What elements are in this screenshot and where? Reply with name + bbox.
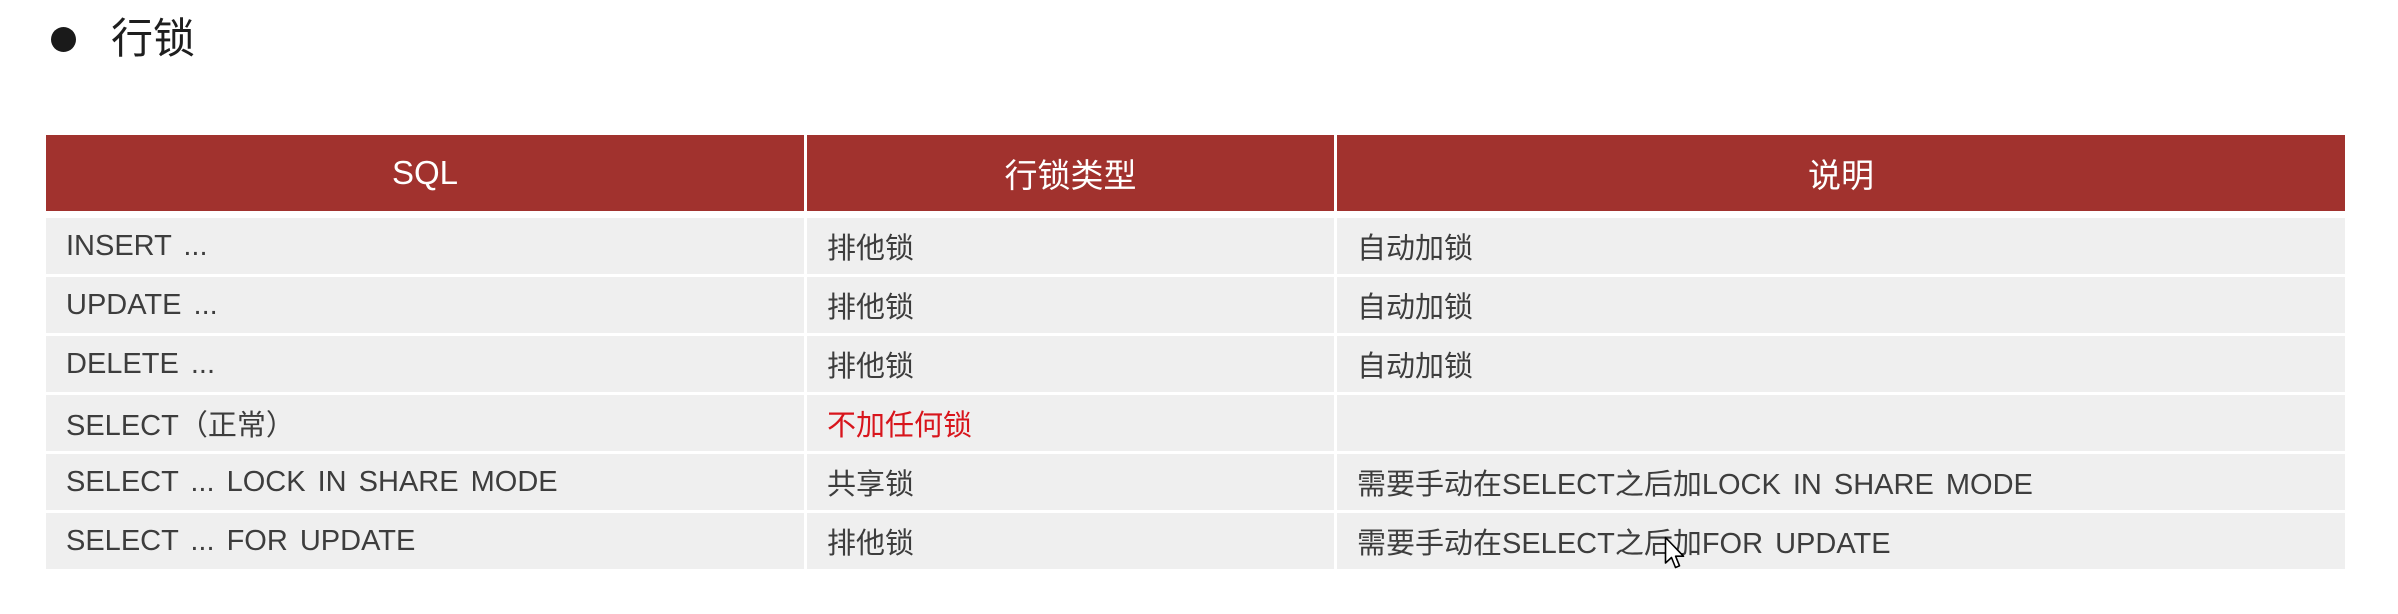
table-cell-note (1337, 395, 2345, 451)
table-cell-note: 自动加锁 (1337, 277, 2345, 333)
section-heading: 行锁 (51, 14, 195, 64)
table-cell-lock-type: 共享锁 (807, 454, 1334, 510)
bullet-icon (51, 26, 76, 52)
row-lock-table: SQL 行锁类型 说明 INSERT ... 排他锁 自动加锁 UPDATE .… (46, 135, 2345, 572)
table-cell-lock-type: 排他锁 (807, 218, 1334, 274)
table-header-sql: SQL (46, 135, 804, 211)
table-row: DELETE ... 排他锁 自动加锁 (46, 336, 2345, 392)
table-header-row: SQL 行锁类型 说明 (46, 135, 2345, 211)
table-cell-lock-type: 排他锁 (807, 336, 1334, 392)
table-cell-sql: DELETE ... (46, 336, 804, 392)
table-cell-sql: UPDATE ... (46, 277, 804, 333)
table-cell-sql: SELECT ... LOCK IN SHARE MODE (46, 454, 804, 510)
section-title: 行锁 (111, 15, 196, 62)
table-row: SELECT（正常） 不加任何锁 (46, 395, 2345, 451)
table-header-note: 说明 (1337, 135, 2345, 211)
table-header-lock-type: 行锁类型 (807, 135, 1334, 211)
table-cell-lock-type: 不加任何锁 (807, 395, 1334, 451)
table-cell-note: 需要手动在SELECT之后加FOR UPDATE (1337, 513, 2345, 569)
table-cell-sql: SELECT（正常） (46, 395, 804, 451)
table-cell-lock-type: 排他锁 (807, 513, 1334, 569)
table-cell-note: 需要手动在SELECT之后加LOCK IN SHARE MODE (1337, 454, 2345, 510)
table-cell-sql: INSERT ... (46, 218, 804, 274)
table-cell-note: 自动加锁 (1337, 336, 2345, 392)
table-row: SELECT ... LOCK IN SHARE MODE 共享锁 需要手动在S… (46, 454, 2345, 510)
table-cell-note: 自动加锁 (1337, 218, 2345, 274)
table-row: UPDATE ... 排他锁 自动加锁 (46, 277, 2345, 333)
table-cell-lock-type: 排他锁 (807, 277, 1334, 333)
mouse-cursor-icon (1664, 536, 1685, 569)
table-row: INSERT ... 排他锁 自动加锁 (46, 218, 2345, 274)
table-cell-sql: SELECT ... FOR UPDATE (46, 513, 804, 569)
table-row: SELECT ... FOR UPDATE 排他锁 需要手动在SELECT之后加… (46, 513, 2345, 569)
